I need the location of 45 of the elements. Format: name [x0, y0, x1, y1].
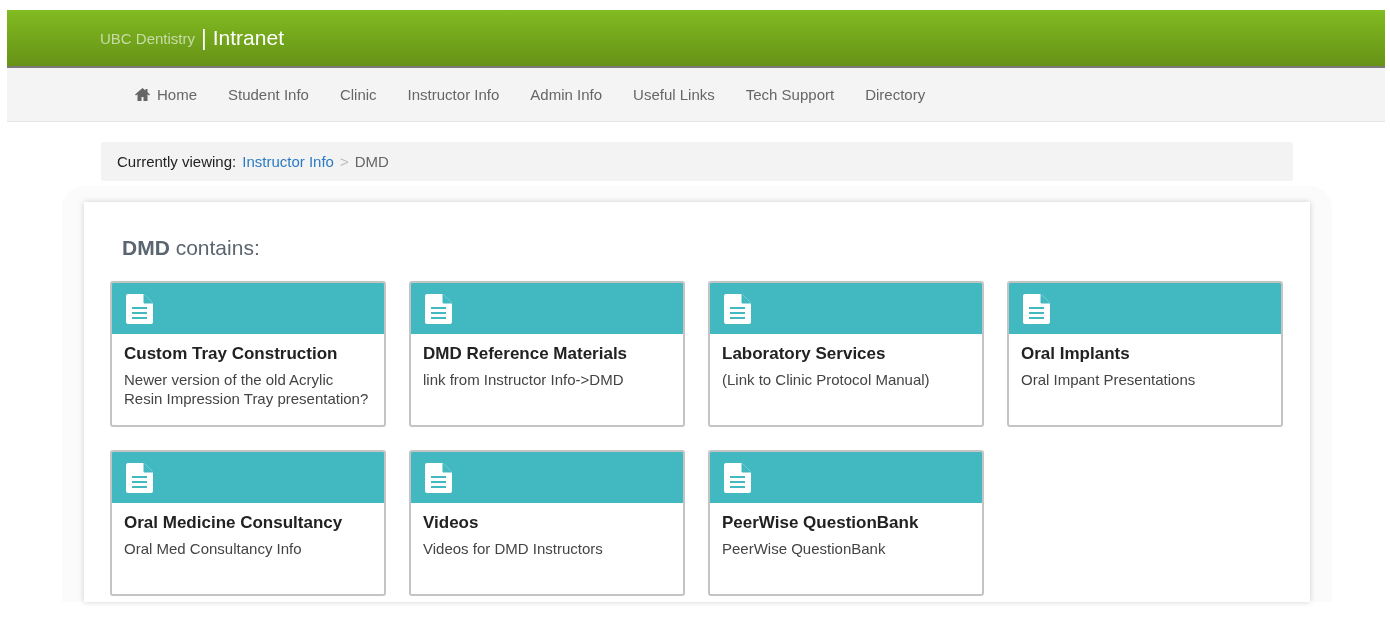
- site-title: Intranet: [212, 26, 284, 50]
- nav-link[interactable]: Home: [135, 86, 197, 103]
- document-icon: [724, 462, 751, 493]
- card-title: Videos: [423, 513, 480, 533]
- brand-text: UBC Dentistry: [100, 29, 196, 47]
- breadcrumb-separator: >: [339, 153, 349, 170]
- breadcrumb-current: DMD: [354, 153, 389, 170]
- card-title: Custom Tray Construction: [124, 344, 339, 364]
- card-title: Laboratory Services: [722, 344, 887, 364]
- card-description: Oral Med Consultancy Info: [124, 539, 303, 558]
- document-icon: [724, 293, 751, 324]
- item-card[interactable]: PeerWise QuestionBank PeerWise QuestionBank: [708, 450, 984, 596]
- item-card[interactable]: Oral Implants Oral Impant Presentations: [1007, 281, 1283, 427]
- document-icon: [126, 293, 153, 324]
- nav-link[interactable]: Admin Info: [530, 86, 603, 103]
- nav-link[interactable]: Instructor Info: [407, 86, 500, 103]
- document-icon: [425, 293, 452, 324]
- card-title: Oral Medicine Consultancy: [124, 513, 344, 533]
- brand-separator: |: [201, 25, 207, 51]
- breadcrumb-label: Currently viewing:: [117, 153, 237, 170]
- nav-link[interactable]: Clinic: [339, 86, 377, 103]
- card-description: (Link to Clinic Protocol Manual): [722, 370, 931, 389]
- breadcrumb-link[interactable]: Instructor Info: [242, 153, 334, 170]
- card-title: Oral Implants: [1021, 344, 1131, 364]
- card-description: link from Instructor Info->DMD: [423, 370, 625, 389]
- nav-link[interactable]: Student Info: [228, 86, 309, 103]
- nav-link[interactable]: Tech Support: [745, 86, 835, 103]
- item-card[interactable]: Custom Tray Construction Newer version of the old Acrylic Resin Impression Tray presentation?: [110, 281, 386, 427]
- item-card[interactable]: Laboratory Services (Link to Clinic Protocol Manual): [708, 281, 984, 427]
- nav-link[interactable]: Useful Links: [633, 86, 715, 103]
- card-title: DMD Reference Materials: [423, 344, 629, 364]
- card-description: Newer version of the old Acrylic Resin Impression Tray presentation?: [124, 370, 370, 408]
- document-icon: [425, 462, 452, 493]
- section-heading: DMD contains:: [122, 236, 261, 260]
- card-description: Oral Impant Presentations: [1021, 370, 1197, 389]
- document-icon: [1023, 293, 1050, 324]
- document-icon: [126, 462, 153, 493]
- item-card[interactable]: Oral Medicine Consultancy Oral Med Consultancy Info: [110, 450, 386, 596]
- home-icon: [135, 88, 150, 101]
- nav-link[interactable]: Directory: [865, 86, 926, 103]
- card-title: PeerWise QuestionBank: [722, 513, 920, 533]
- item-card[interactable]: DMD Reference Materials link from Instructor Info->DMD: [409, 281, 685, 427]
- card-description: Videos for DMD Instructors: [423, 539, 604, 558]
- card-description: PeerWise QuestionBank: [722, 539, 887, 558]
- item-card[interactable]: Videos Videos for DMD Instructors: [409, 450, 685, 596]
